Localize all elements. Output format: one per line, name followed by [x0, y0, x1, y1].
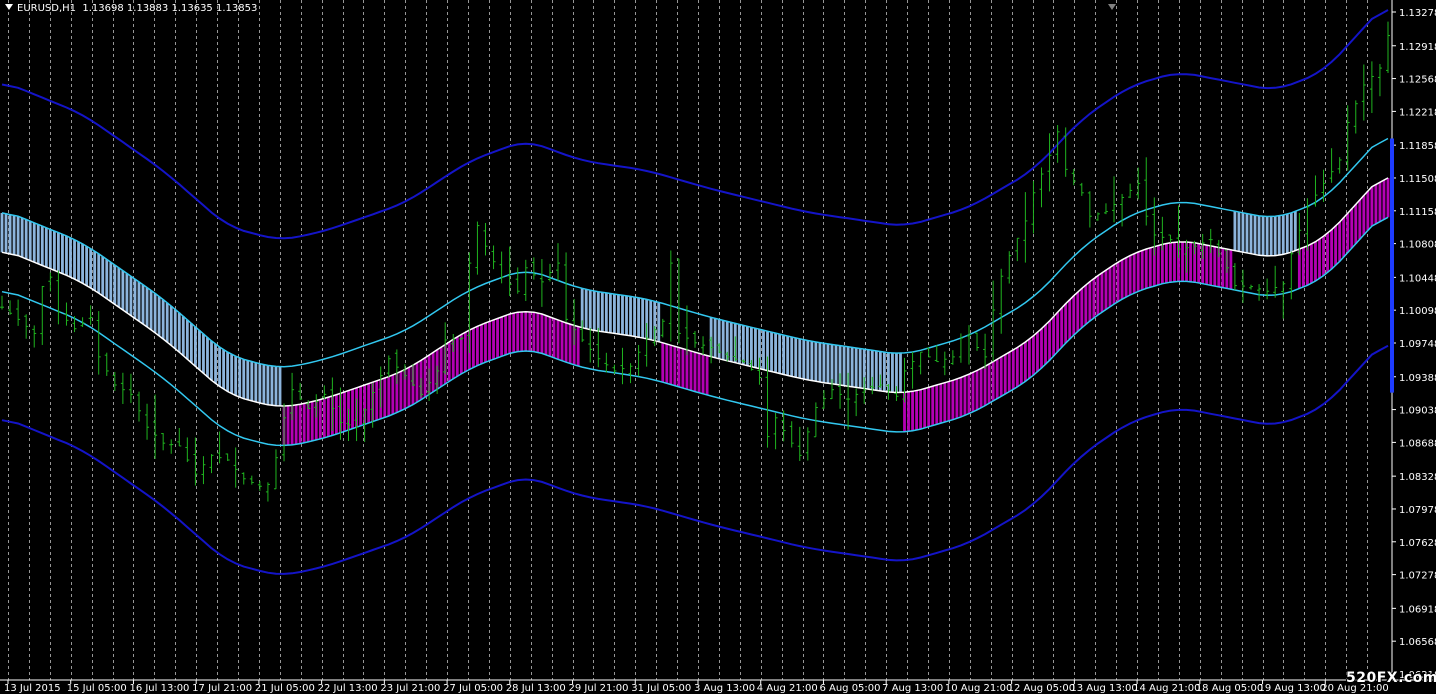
price-tick-label: 1.07978	[1399, 505, 1436, 516]
price-tick-label: 1.12218	[1399, 107, 1436, 118]
price-tick-label: 1.10098	[1399, 306, 1436, 317]
time-tick-label: 27 Jul 05:00	[443, 683, 503, 694]
price-tick-label: 1.09748	[1399, 339, 1436, 350]
dropdown-triangle-icon[interactable]	[5, 4, 13, 10]
band-fill-layer	[0, 177, 1394, 446]
price-tick-label: 1.08328	[1399, 472, 1436, 483]
price-tick-label: 1.11508	[1399, 174, 1436, 185]
price-tick-label: 1.06568	[1399, 637, 1436, 648]
price-tick-label: 1.08688	[1399, 438, 1436, 449]
time-tick-label: 3 Aug 13:00	[694, 683, 755, 694]
time-tick-label: 21 Jul 05:00	[255, 683, 315, 694]
price-tick-label: 1.06918	[1399, 604, 1436, 615]
band-lines-layer	[1, 9, 1389, 575]
time-tick-label: 18 Aug 05:00	[1196, 683, 1263, 694]
price-tick-label: 1.09388	[1399, 373, 1436, 384]
price-chart[interactable]: 1.13278 1.12918 1.12568 1.12218 1.11858 1.115…	[0, 0, 1436, 694]
time-scale[interactable]: 13 Jul 2015 15 Jul 05:00 16 Jul 13:00 17 Ju…	[4, 680, 1389, 694]
price-tick-label: 1.13278	[1399, 8, 1436, 19]
outer-upper-band	[1, 9, 1389, 240]
price-tick-label: 1.10448	[1399, 273, 1436, 284]
price-tick-label: 1.07278	[1399, 571, 1436, 582]
time-tick-label: 29 Jul 21:00	[569, 683, 629, 694]
time-tick-label: 13 Jul 2015	[4, 683, 61, 694]
time-tick-label: 22 Jul 13:00	[318, 683, 378, 694]
price-tick-label: 1.10808	[1399, 240, 1436, 251]
scale-range-bar	[1390, 138, 1394, 393]
time-tick-label: 6 Aug 05:00	[819, 683, 880, 694]
chart-shift-marker-icon[interactable]	[1108, 4, 1116, 10]
chart-window[interactable]: 1.13278 1.12918 1.12568 1.12218 1.11858 1.115…	[0, 0, 1436, 694]
price-scale[interactable]: 1.13278 1.12918 1.12568 1.12218 1.11858 1.115…	[1392, 8, 1436, 681]
time-tick-label: 31 Jul 05:00	[631, 683, 691, 694]
time-tick-label: 10 Aug 21:00	[945, 683, 1012, 694]
ohlc-readout: 1.13698 1.13883 1.13635 1.13853	[82, 3, 258, 14]
time-tick-label: 13 Aug 13:00	[1070, 683, 1137, 694]
time-tick-label: 12 Aug 05:00	[1008, 683, 1075, 694]
price-tick-label: 1.11158	[1399, 207, 1436, 218]
time-tick-label: 28 Jul 13:00	[506, 683, 566, 694]
time-tick-label: 14 Aug 21:00	[1133, 683, 1200, 694]
price-tick-label: 1.07628	[1399, 538, 1436, 549]
price-tick-label: 1.11858	[1399, 141, 1436, 152]
time-tick-label: 23 Jul 21:00	[380, 683, 440, 694]
time-tick-label: 7 Aug 13:00	[882, 683, 943, 694]
time-tick-label: 15 Jul 05:00	[67, 683, 127, 694]
symbol-label: EURUSD,H1	[17, 3, 77, 14]
grid-layer	[8, 0, 1368, 680]
time-tick-label: 4 Aug 21:00	[757, 683, 818, 694]
time-tick-label: 17 Jul 21:00	[192, 683, 252, 694]
watermark-logo: 520FX.com	[1346, 670, 1436, 686]
time-tick-label: 16 Jul 13:00	[129, 683, 189, 694]
time-tick-label: 19 Aug 13:00	[1259, 683, 1326, 694]
price-tick-label: 1.12568	[1399, 75, 1436, 86]
price-tick-label: 1.09038	[1399, 406, 1436, 417]
symbol-header: EURUSD,H1 1.13698 1.13883 1.13635 1.1385…	[5, 3, 257, 14]
price-tick-label: 1.12918	[1399, 42, 1436, 53]
